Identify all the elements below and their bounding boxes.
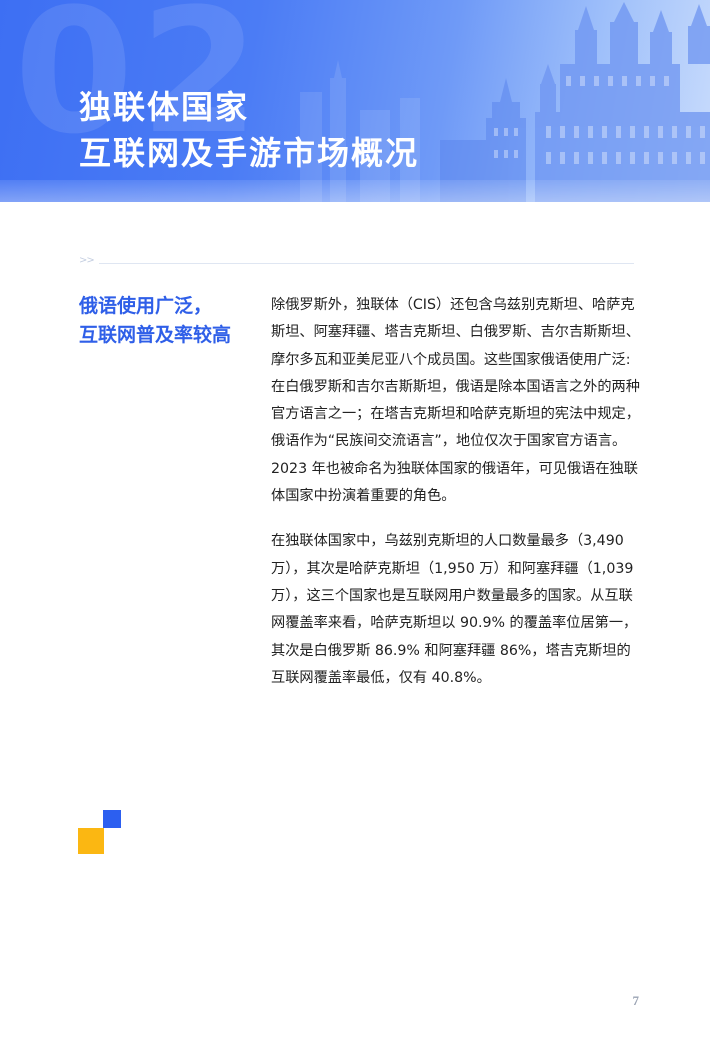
corner-squares-decoration: [78, 810, 124, 856]
paragraph-1: 除俄罗斯外，独联体（CIS）还包含乌兹别克斯坦、哈萨克斯坦、阿塞拜疆、塔吉克斯坦…: [271, 297, 640, 505]
blue-square: [103, 810, 121, 828]
header-banner: 02 独联体国家 互联网及手游市场概况: [0, 0, 710, 202]
divider-line: [99, 263, 634, 264]
section-heading: 俄语使用广泛， 互联网普及率较高: [79, 292, 254, 350]
page-number: 7: [632, 993, 640, 1008]
document-page: 02 独联体国家 互联网及手游市场概况 >> 俄语使用广泛， 互联网普及率较高 …: [0, 0, 710, 1064]
title-line-1: 独联体国家: [79, 88, 250, 126]
body-text: 除俄罗斯外，独联体（CIS）还包含乌兹别克斯坦、哈萨克斯坦、阿塞拜疆、塔吉克斯坦…: [271, 292, 641, 692]
section-heading-line-1: 俄语使用广泛，: [79, 295, 213, 317]
double-chevron-icon: >>: [79, 255, 95, 266]
section-heading-line-2: 互联网普及率较高: [79, 324, 232, 346]
paragraph-2: 在独联体国家中，乌兹别克斯坦的人口数量最多（3,490 万），其次是哈萨克斯坦（…: [271, 533, 638, 686]
section-divider: >>: [79, 255, 634, 266]
page-title: 独联体国家 互联网及手游市场概况: [79, 84, 419, 176]
title-line-2: 互联网及手游市场概况: [79, 134, 420, 172]
yellow-square: [78, 828, 104, 854]
